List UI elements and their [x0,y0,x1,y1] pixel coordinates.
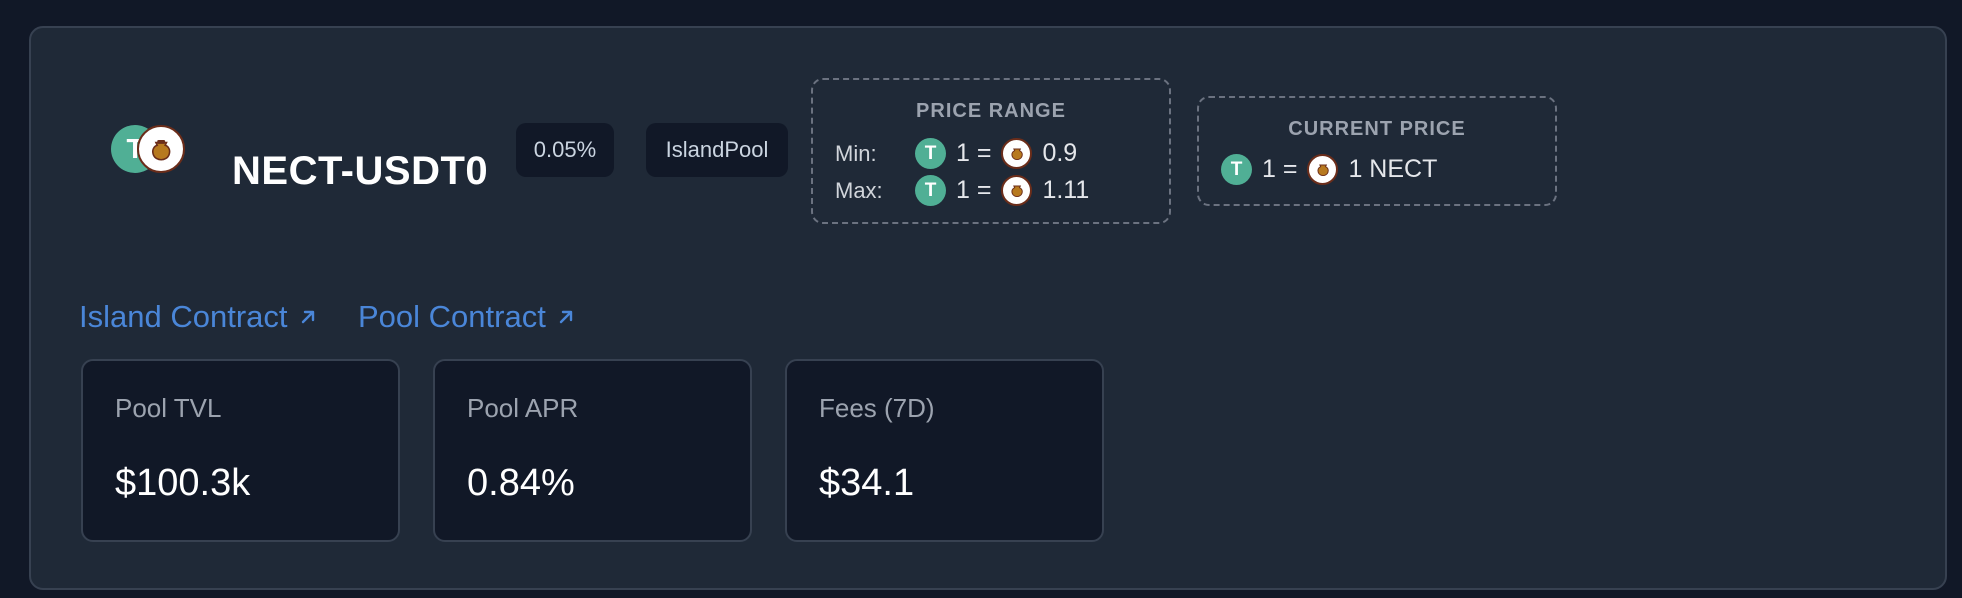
stat-label: Pool APR [467,393,579,423]
current-lhs: 1 = [1262,155,1298,183]
pool-type-badge: IslandPool [646,123,788,177]
island-contract-label: Island Contract [79,299,288,334]
pool-tvl-card: Pool TVL $100.3k [81,359,400,542]
external-link-icon [559,310,573,324]
nect-token-icon [1001,175,1033,206]
current-price-box: CURRENT PRICE T 1 = 1 NECT [1197,96,1557,206]
max-lhs: 1 = [956,176,992,204]
min-lhs: 1 = [956,139,992,167]
stat-value: 0.84% [467,462,575,504]
min-value: 0.9 [1042,139,1078,167]
min-label: Min: [835,140,877,166]
usdt0-token-icon: T [915,175,946,206]
stat-value: $100.3k [115,462,251,504]
max-label: Max: [835,177,883,203]
price-range-min-row: Min: T 1 = 0.9 [835,138,1077,169]
current-value: 1 NECT [1348,155,1438,183]
pair-title: NECT-USDT0 [232,149,489,193]
current-price-title: CURRENT PRICE [1288,118,1466,140]
price-range-box: PRICE RANGE Min: T 1 = 0.9 Max: T 1 = 1.… [811,78,1171,224]
price-range-max-row: Max: T 1 = 1.11 [835,175,1089,206]
max-value: 1.11 [1042,176,1090,204]
island-contract-link[interactable]: Island Contract [79,299,318,335]
pool-card: T NECT-USDT0 0.05% IslandPool PRICE RANG… [29,26,1947,590]
fees-7d-card: Fees (7D) $34.1 [785,359,1104,542]
pool-apr-card: Pool APR 0.84% [433,359,752,542]
pool-contract-label: Pool Contract [358,299,546,334]
current-price-row: T 1 = 1 NECT [1221,154,1437,185]
stat-label: Fees (7D) [819,393,935,423]
nect-token-icon [137,125,185,173]
stat-label: Pool TVL [115,393,222,423]
external-link-icon [301,310,314,324]
pool-contract-link[interactable]: Pool Contract [358,299,576,335]
usdt0-token-icon: T [915,138,946,169]
fee-tier-badge: 0.05% [516,123,614,177]
usdt0-token-icon: T [1221,154,1252,185]
token-pair-icons: T [111,125,191,175]
price-range-title: PRICE RANGE [916,100,1066,122]
nect-token-icon [1001,138,1033,169]
stat-value: $34.1 [819,462,915,504]
nect-token-icon [1307,154,1339,185]
